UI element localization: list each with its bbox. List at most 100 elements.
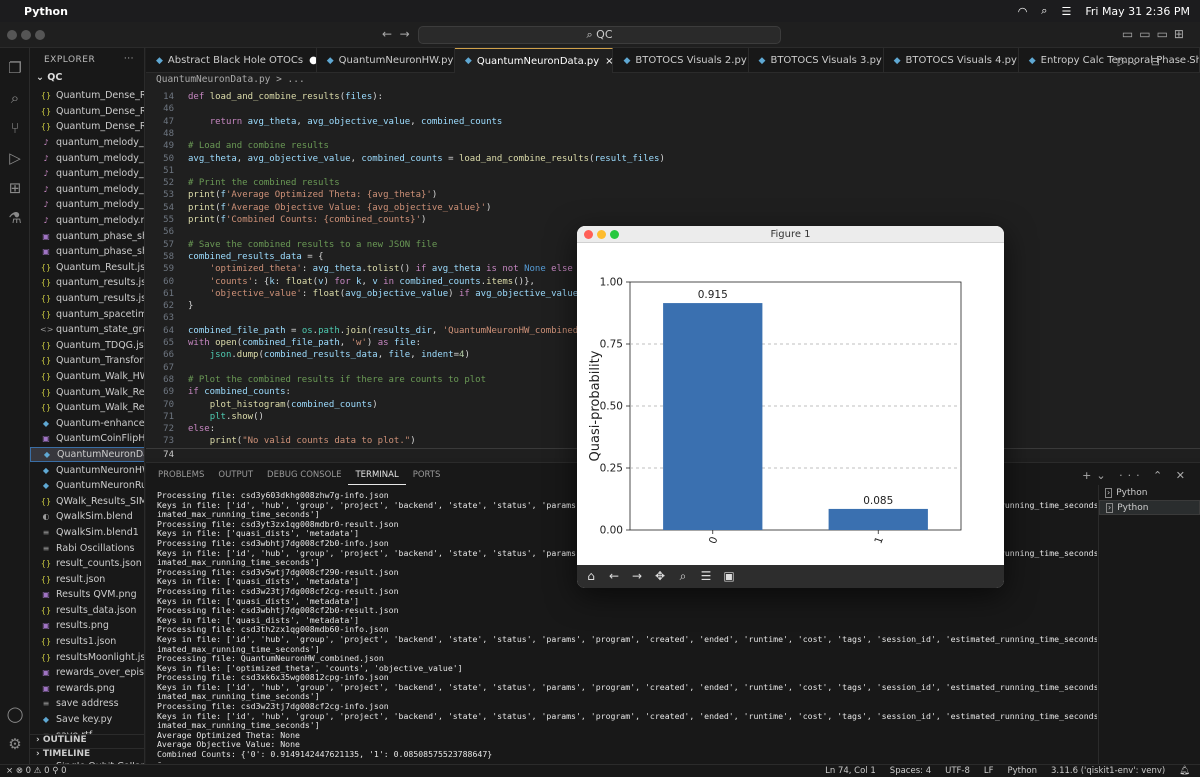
figure-minimize-button[interactable] [597,230,606,239]
panel-tab-output[interactable]: OUTPUT [211,463,260,485]
workspace-root[interactable]: ⌄ QC [30,72,144,88]
file-item[interactable]: ◐ QwalkSim.blend [30,509,144,525]
code-line[interactable]: 14 def load_and_combine_results(files): [146,91,1200,103]
file-item[interactable]: {} quantum_results.jso... [30,291,144,307]
home-icon[interactable]: ⌂ [580,567,602,586]
editor-tab[interactable]: ◆ QuantumNeuronData.py × [454,48,614,73]
file-item[interactable]: {} results1.json [30,634,144,650]
unsaved-dot-icon[interactable]: ● [309,55,316,66]
panel-actions[interactable]: +⌄ ··· ⌃ ✕ [1082,469,1190,482]
breadcrumb[interactable]: QuantumNeuronData.py > ... [146,73,1200,87]
control-center-icon[interactable]: ☰ [1061,5,1071,18]
file-item[interactable]: {} Quantum_Walk_HW... [30,369,144,385]
file-item[interactable]: {} result_counts.json [30,556,144,572]
configure-subplots-icon[interactable]: ☰ [695,567,717,586]
python-interpreter[interactable]: 3.11.6 ('qiskit1-env': venv) [1051,765,1165,777]
file-item[interactable]: ▣ results.png [30,618,144,634]
file-item[interactable]: ♪ quantum_melody_a... [30,135,144,151]
file-item[interactable]: ≡ save address [30,696,144,712]
file-item[interactable]: {} Quantum_Dense_Re... [30,104,144,120]
code-line[interactable]: 55 print(f'Combined Counts: {combined_cou… [146,214,1200,226]
file-item[interactable]: ▣ Results QVM.png [30,587,144,603]
notifications-icon[interactable]: 🔔︎ [1179,765,1190,777]
outline-section[interactable]: › OUTLINE [30,734,144,748]
search-icon[interactable]: ⌕ [1041,4,1047,18]
file-item[interactable]: ≡ Rabi Oscillations [30,540,144,556]
layout-icons[interactable]: ▭▭▭⊞ [1122,27,1190,41]
panel-tab-debug-console[interactable]: DEBUG CONSOLE [260,463,348,485]
code-line[interactable]: 52 # Print the combined results [146,177,1200,189]
file-item[interactable]: ▣ QuantumCoinFlipHis... [30,431,144,447]
file-item[interactable]: ≡ QwalkSim.blend1 [30,525,144,541]
file-item[interactable]: <>quantum_state_gra... [30,322,144,338]
panel-tab-terminal[interactable]: TERMINAL [348,463,406,485]
editor-tab[interactable]: ◆ Abstract Black Hole OTOCs ● [146,48,317,73]
file-item[interactable]: ▣ quantum_phase_shi... [30,244,144,260]
file-item[interactable]: {} Quantum_TDQG.json [30,338,144,354]
code-line[interactable]: 50 avg_theta, avg_objective_value, combin… [146,153,1200,165]
file-item[interactable]: ♪ quantum_melody_wi... [30,197,144,213]
code-line[interactable]: 53 print(f'Average Optimized Theta: {avg_… [146,189,1200,201]
run-debug-icon[interactable]: ▷ [5,148,25,168]
minimize-window-button[interactable] [21,30,31,40]
nav-arrows[interactable]: ← → [382,27,410,41]
figure-zoom-button[interactable] [610,230,619,239]
close-window-button[interactable] [7,30,17,40]
file-item[interactable]: {} Quantum_Result.json [30,260,144,276]
panel-tab-ports[interactable]: PORTS [406,463,448,485]
editor-tab[interactable]: ◆ QuantumNeuronHW.py [317,48,455,73]
save-figure-icon[interactable]: ▣ [718,567,740,586]
file-item[interactable]: ◆ QuantumNeuronRun... [30,478,144,494]
command-center[interactable]: ⌕ QC [418,26,781,44]
end-of-line[interactable]: LF [984,765,994,777]
back-icon[interactable]: ← [603,567,625,586]
figure-close-button[interactable] [584,230,593,239]
file-item[interactable]: {} Quantum_Transform... [30,353,144,369]
file-item[interactable]: {} result.json [30,571,144,587]
file-item[interactable]: {} results_data.json [30,603,144,619]
file-item[interactable]: ◆ QuantumNeuronDat... [30,446,144,463]
file-item[interactable]: ♪ quantum_melody_e... [30,150,144,166]
search-icon[interactable]: ⌕ [5,88,25,108]
more-actions-icon[interactable]: ··· [124,54,134,64]
terminal-instance[interactable]: › Python [1099,485,1200,500]
file-item[interactable]: {} Quantum_Dense_Re... [30,119,144,135]
wifi-icon[interactable]: ◠ [1018,5,1028,18]
error-count[interactable]: ⊗ 0 [16,766,31,776]
warning-count[interactable]: ⚠ 0 [34,766,50,776]
panel-tab-problems[interactable]: PROBLEMS [151,463,211,485]
pan-icon[interactable]: ✥ [649,567,671,586]
editor-tab[interactable]: ◆ BTOTOCS Visuals 3.py [749,48,884,73]
file-item[interactable]: {} resultsMoonlight.json [30,649,144,665]
file-item[interactable]: ◆ Save key.py [30,712,144,728]
file-item[interactable]: ▣ quantum_phase_shi... [30,228,144,244]
zoom-icon[interactable]: ⌕ [672,567,694,586]
file-item[interactable]: ◆ Quantum-enhanced ... [30,415,144,431]
cursor-position[interactable]: Ln 74, Col 1 [825,765,876,777]
close-icon[interactable]: × [605,56,612,67]
code-line[interactable]: 46 [146,103,1200,115]
editor-tab[interactable]: ◆ BTOTOCS Visuals 4.py [884,48,1019,73]
file-item[interactable]: ♪ quantum_melody_h... [30,166,144,182]
clock-text[interactable]: Fri May 31 2:36 PM [1085,5,1190,18]
app-name[interactable]: Python [24,5,68,18]
editor-actions[interactable]: ▷⌄ ⊟ ··· [1118,55,1194,68]
extensions-icon[interactable]: ⊞ [5,178,25,198]
testing-icon[interactable]: ⚗ [5,208,25,228]
code-line[interactable]: 48 [146,128,1200,140]
file-item[interactable]: {} Quantum_Dense_Re... [30,88,144,104]
timeline-section[interactable]: › TIMELINE [30,748,144,762]
zoom-window-button[interactable] [35,30,45,40]
forward-icon[interactable]: → [626,567,648,586]
code-line[interactable]: 51 [146,165,1200,177]
file-item[interactable]: ◆ QuantumNeuronHW... [30,462,144,478]
file-item[interactable]: ♪ quantum_melody.m... [30,213,144,229]
terminal-instance[interactable]: › Python [1099,500,1200,515]
editor-tab[interactable]: ◆ BTOTOCS Visuals 2.py [613,48,749,73]
file-item[interactable]: {} quantum_spacetime... [30,306,144,322]
code-line[interactable]: 49 # Load and combine results [146,140,1200,152]
account-icon[interactable]: ◯ [5,704,25,724]
code-line[interactable]: 47 return avg_theta, avg_objective_value… [146,116,1200,128]
file-item[interactable]: {} Quantum_Walk_Res... [30,384,144,400]
source-control-icon[interactable]: ⑂ [5,118,25,138]
